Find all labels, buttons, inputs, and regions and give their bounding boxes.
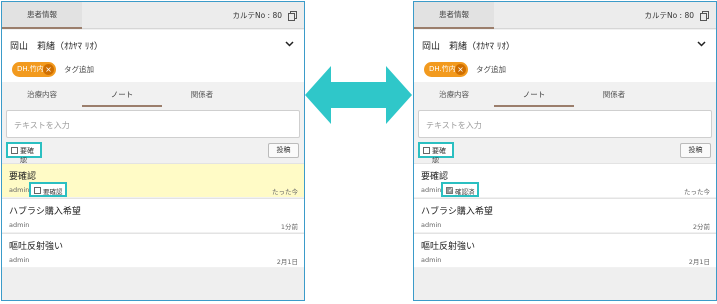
double-arrow-icon [305, 66, 412, 124]
checkbox[interactable] [34, 187, 41, 194]
needs-check-filter[interactable]: 要確認 [418, 142, 454, 165]
tab-notes[interactable]: ノート [494, 82, 574, 107]
tab-bar: 治療内容 ノート 関係者 [2, 82, 304, 107]
note-time: たった今 [684, 188, 710, 196]
note-title: 要確認 [421, 172, 449, 182]
note-author: admin [9, 256, 30, 264]
chevron-down-icon[interactable] [285, 41, 294, 47]
patient-info-tab[interactable]: 患者情報 [414, 2, 494, 29]
panel-after: 患者情報 カルテNo : 80 岡山 莉緒（ｵｶﾔﾏ ﾘｵ） DH.竹内 × タ… [413, 1, 717, 301]
note-title: ハブラシ購入希望 [9, 207, 81, 217]
patient-row[interactable]: 岡山 莉緒（ｵｶﾔﾏ ﾘｵ） [414, 30, 716, 60]
note-item[interactable]: ハブラシ購入希望 admin 2分前 [414, 198, 716, 232]
tag-label: DH.竹内 [17, 65, 44, 73]
note-check-toggle[interactable]: ✓ 確認済 [441, 182, 479, 197]
tag-chip[interactable]: DH.竹内 × [424, 62, 468, 77]
note-item[interactable]: 嘔吐反射強い admin 2月1日 [2, 233, 304, 267]
chevron-down-icon[interactable] [697, 41, 706, 47]
post-button[interactable]: 投稿 [680, 143, 711, 158]
header: 患者情報 カルテNo : 80 [2, 2, 304, 29]
note-title: ハブラシ購入希望 [421, 207, 493, 217]
note-input[interactable]: テキストを入力 [418, 110, 712, 138]
patient-name: 岡山 莉緒（ｵｶﾔﾏ ﾘｵ） [422, 42, 515, 52]
chart-number: カルテNo : 80 [644, 11, 694, 20]
note-time: 1分前 [280, 223, 298, 231]
close-icon[interactable]: × [455, 64, 466, 75]
tab-bar: 治療内容 ノート 関係者 [414, 82, 716, 107]
header: 患者情報 カルテNo : 80 [414, 2, 716, 29]
note-time: 2月1日 [276, 258, 298, 266]
note-check-label: 確認済 [455, 188, 475, 196]
add-tag-link[interactable]: タグ追加 [64, 64, 94, 75]
patient-row[interactable]: 岡山 莉緒（ｵｶﾔﾏ ﾘｵ） [2, 30, 304, 60]
note-title: 嘔吐反射強い [9, 242, 64, 252]
copy-icon[interactable] [288, 11, 297, 21]
note-check-label: 要確認 [43, 188, 63, 196]
tab-treatment[interactable]: 治療内容 [414, 82, 494, 107]
empty-area [2, 268, 304, 300]
tag-label: DH.竹内 [429, 65, 456, 73]
note-input[interactable]: テキストを入力 [6, 110, 300, 138]
note-author: admin [421, 256, 442, 264]
note-time: 2月1日 [688, 258, 710, 266]
note-author: admin [9, 186, 30, 194]
close-icon[interactable]: × [43, 64, 54, 75]
empty-area [414, 268, 716, 300]
patient-info-tab[interactable]: 患者情報 [2, 2, 82, 29]
note-title: 嘔吐反射強い [421, 242, 476, 252]
note-check-toggle[interactable]: 要確認 [29, 182, 67, 197]
tab-notes[interactable]: ノート [82, 82, 162, 107]
checkbox-checked[interactable]: ✓ [446, 186, 454, 194]
note-item[interactable]: ハブラシ購入希望 admin 1分前 [2, 198, 304, 232]
note-item[interactable]: 要確認 admin ✓ 確認済 たった今 [414, 163, 716, 197]
chart-number: カルテNo : 80 [232, 11, 282, 20]
note-title: 要確認 [9, 172, 37, 182]
note-item[interactable]: 要確認 admin 要確認 たった今 [2, 163, 304, 197]
note-item[interactable]: 嘔吐反射強い admin 2月1日 [414, 233, 716, 267]
note-time: 2分前 [692, 223, 710, 231]
checkbox[interactable] [423, 147, 430, 154]
patient-name: 岡山 莉緒（ｵｶﾔﾏ ﾘｵ） [10, 42, 103, 52]
note-author: admin [421, 186, 442, 194]
needs-check-filter[interactable]: 要確認 [6, 142, 42, 165]
tab-treatment[interactable]: 治療内容 [2, 82, 82, 107]
post-button[interactable]: 投稿 [268, 143, 299, 158]
copy-icon[interactable] [700, 11, 709, 21]
note-time: たった今 [272, 188, 298, 196]
add-tag-link[interactable]: タグ追加 [476, 64, 506, 75]
tab-related[interactable]: 関係者 [574, 82, 654, 107]
note-author: admin [9, 221, 30, 229]
tag-row: DH.竹内 × タグ追加 [2, 60, 304, 82]
tag-chip[interactable]: DH.竹内 × [12, 62, 56, 77]
check-icon: ✓ [448, 186, 454, 194]
panel-before: 患者情報 カルテNo : 80 岡山 莉緒（ｵｶﾔﾏ ﾘｵ） DH.竹内 × タ… [1, 1, 305, 301]
checkbox[interactable] [11, 147, 18, 154]
note-author: admin [421, 221, 442, 229]
tab-related[interactable]: 関係者 [162, 82, 242, 107]
tag-row: DH.竹内 × タグ追加 [414, 60, 716, 82]
